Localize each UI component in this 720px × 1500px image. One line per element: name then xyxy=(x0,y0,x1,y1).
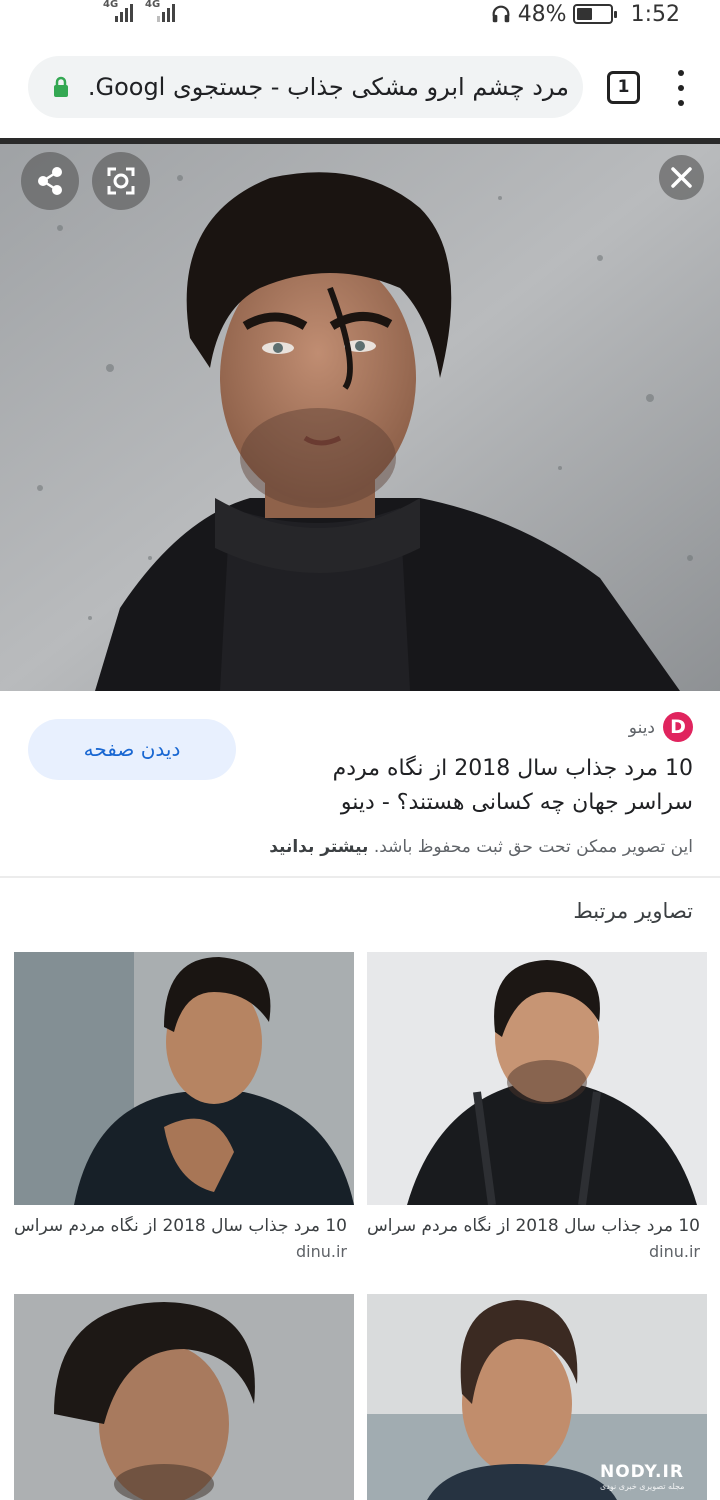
related-image[interactable] xyxy=(14,1294,354,1500)
headphones-icon xyxy=(492,5,510,23)
lens-icon xyxy=(107,167,135,195)
visit-page-button[interactable]: دیدن صفحه xyxy=(28,719,236,780)
lens-search-button[interactable] xyxy=(92,152,150,210)
close-button[interactable] xyxy=(659,155,704,200)
tab-switcher-button[interactable]: 1 xyxy=(607,71,640,104)
signal-icon: 4G xyxy=(103,0,143,24)
divider xyxy=(0,876,720,878)
lock-icon xyxy=(54,76,68,97)
site-name: دینو xyxy=(628,718,655,738)
share-icon xyxy=(38,167,62,195)
related-image[interactable] xyxy=(14,952,354,1205)
related-domain: dinu.ir xyxy=(296,1242,347,1261)
preview-image[interactable] xyxy=(0,138,720,691)
watermark-subtext: مجله تصویری خبری نودی xyxy=(600,1482,685,1491)
url-text[interactable]: مرد چشم ابرو مشکی جذاب - جستجوی Googl... xyxy=(90,56,569,118)
related-caption[interactable]: 10 مرد جذاب سال 2018 از نگاه مردم سراس .… xyxy=(368,1216,700,1236)
copyright-notice: این تصویر ممکن تحت حق ثبت محفوظ باشد. بی… xyxy=(200,837,693,857)
share-button[interactable] xyxy=(21,152,79,210)
related-domain: dinu.ir xyxy=(649,1242,700,1261)
status-bar: 4G 4G 48% 1:52 xyxy=(0,0,720,30)
learn-more-link[interactable]: بیشتر بدانید xyxy=(269,837,368,857)
close-icon xyxy=(671,167,692,188)
address-bar[interactable]: مرد چشم ابرو مشکی جذاب - جستجوی Googl... xyxy=(28,56,583,118)
watermark-text: NODY.IR xyxy=(600,1462,684,1482)
result-title[interactable]: 10 مرد جذاب سال 2018 از نگاه مردم سراسر … xyxy=(260,752,693,820)
related-image[interactable] xyxy=(367,952,707,1205)
overflow-menu-icon[interactable] xyxy=(669,68,693,108)
clock: 1:52 xyxy=(630,1,680,27)
signal-icon: 4G xyxy=(145,0,185,24)
related-caption[interactable]: 10 مرد جذاب سال 2018 از نگاه مردم سراس .… xyxy=(15,1216,347,1236)
battery-percent: 48% xyxy=(517,1,567,27)
watermark-logo: NODY.IR مجله تصویری خبری نودی xyxy=(600,1462,712,1496)
battery-icon xyxy=(572,4,617,24)
site-logo: D xyxy=(663,712,693,742)
copyright-text: این تصویر ممکن تحت حق ثبت محفوظ باشد. xyxy=(373,837,693,857)
related-images-heading: تصاویر مرتبط xyxy=(573,899,693,923)
